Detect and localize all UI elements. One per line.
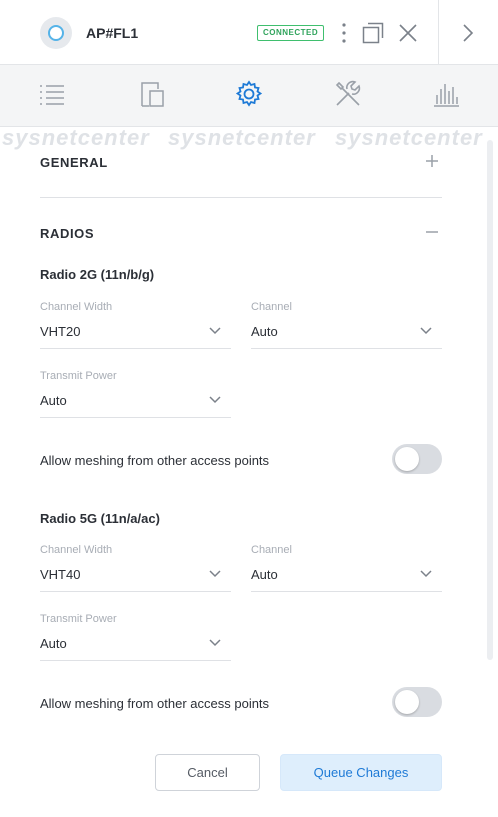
channel-width-label: Channel Width — [40, 301, 113, 313]
general-section-title[interactable]: GENERAL — [40, 155, 108, 170]
meshing-label-2g: Allow meshing from other access points — [40, 453, 270, 468]
watermark: sysnetcenter sysnetcenter sysnetcenter — [0, 125, 498, 151]
devices-icon[interactable] — [137, 79, 167, 109]
chevron-down-icon — [209, 570, 221, 578]
transmit-power-select-5g[interactable]: Auto — [40, 633, 231, 661]
pop-out-icon[interactable] — [362, 22, 384, 44]
chevron-down-icon — [209, 639, 221, 647]
meshing-toggle-2g[interactable] — [392, 444, 442, 474]
channel-label: Channel — [251, 301, 292, 313]
channel-width-value: VHT40 — [40, 567, 81, 582]
section-divider — [40, 197, 442, 198]
list-icon[interactable] — [37, 79, 67, 109]
channel-width-select-5g[interactable]: VHT40 — [40, 564, 231, 592]
watermark-text: sysnetcenter — [168, 125, 316, 150]
channel-select-5g[interactable]: Auto — [251, 564, 442, 592]
device-header: AP#FL1 CONNECTED — [0, 0, 498, 65]
device-name: AP#FL1 — [86, 25, 139, 41]
chevron-down-icon — [209, 327, 221, 335]
scrollbar[interactable] — [487, 140, 493, 660]
cancel-button[interactable]: Cancel — [155, 754, 260, 791]
gear-icon[interactable] — [234, 79, 264, 109]
channel-width-value: VHT20 — [40, 324, 81, 339]
channel-value: Auto — [251, 324, 278, 339]
bar-chart-icon[interactable] — [431, 79, 461, 109]
radio-2g-title: Radio 2G (11n/b/g) — [40, 267, 155, 282]
queue-changes-button[interactable]: Queue Changes — [280, 754, 442, 791]
channel-width-label: Channel Width — [40, 544, 113, 556]
transmit-power-select-2g[interactable]: Auto — [40, 390, 231, 418]
radio-5g-title: Radio 5G (11n/a/ac) — [40, 511, 160, 526]
toggle-knob — [395, 447, 419, 471]
meshing-label-5g: Allow meshing from other access points — [40, 696, 270, 711]
watermark-text: sysnetcenter — [2, 125, 150, 150]
transmit-power-label: Transmit Power — [40, 613, 117, 625]
transmit-power-value: Auto — [40, 393, 67, 408]
chevron-down-icon — [209, 396, 221, 404]
radios-section-title[interactable]: RADIOS — [40, 226, 94, 241]
meshing-toggle-5g[interactable] — [392, 687, 442, 717]
channel-select-2g[interactable]: Auto — [251, 321, 442, 349]
more-options-icon[interactable] — [336, 22, 352, 44]
close-icon[interactable] — [398, 23, 418, 43]
collapse-icon[interactable] — [425, 225, 439, 239]
watermark-text: sysnetcenter — [335, 125, 483, 150]
channel-width-select-2g[interactable]: VHT20 — [40, 321, 231, 349]
header-divider — [438, 0, 439, 64]
chevron-down-icon — [420, 570, 432, 578]
chevron-right-icon[interactable] — [461, 23, 475, 43]
toggle-knob — [395, 690, 419, 714]
tab-bar — [0, 65, 498, 127]
chevron-down-icon — [420, 327, 432, 335]
channel-label: Channel — [251, 544, 292, 556]
transmit-power-label: Transmit Power — [40, 370, 117, 382]
channel-value: Auto — [251, 567, 278, 582]
device-icon — [40, 17, 72, 49]
tools-icon[interactable] — [333, 79, 363, 109]
expand-icon[interactable] — [425, 154, 439, 168]
status-badge: CONNECTED — [257, 25, 325, 41]
transmit-power-value: Auto — [40, 636, 67, 651]
